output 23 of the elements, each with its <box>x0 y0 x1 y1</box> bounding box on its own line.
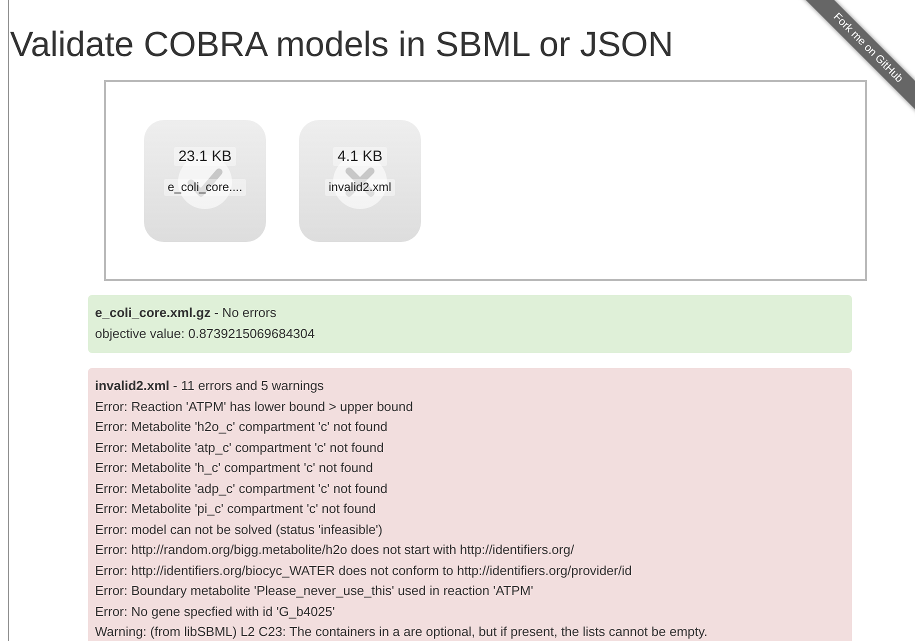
result-message: Error: Metabolite 'atp_c' compartment 'c' not found <box>95 438 385 457</box>
result-message: Error: No gene specfied with id 'G_b4025' <box>95 602 336 621</box>
file-size: 23.1 KB <box>174 147 236 166</box>
result-message: Error: Metabolite 'h_c' compartment 'c' not found <box>95 459 374 477</box>
result-message: Error: Metabolite 'pi_c' compartment 'c' not found <box>95 500 377 518</box>
result-message: Error: Metabolite 'h2o_c' compartment 'c' not found <box>95 418 388 436</box>
result-message: Error: Boundary metabolite 'Please_never_use_this' used in reaction 'ATPM' <box>95 582 534 600</box>
file-name: invalid2.xml <box>324 179 396 196</box>
file-preview[interactable]: 23.1 KB e_coli_core.... <box>144 120 266 242</box>
file-name: e_coli_core.... <box>164 179 246 196</box>
result-heading: e_coli_core.xml.gz - No errors <box>95 304 278 322</box>
file-size: 4.1 KB <box>333 147 387 166</box>
page-title: Validate COBRA models in SBML or JSON <box>10 24 674 66</box>
result-heading: invalid2.xml - 11 errors and 5 warnings <box>95 377 325 395</box>
result-message: objective value: 0.8739215069684304 <box>95 324 316 343</box>
result-message: Error: model can not be solved (status 'infeasible') <box>95 520 384 539</box>
result-message: Error: Metabolite 'adp_c' compartment 'c' not found <box>95 480 388 498</box>
result-message: Error: Reaction 'ATPM' has lower bound > upper bound <box>95 398 414 416</box>
file-preview[interactable]: 4.1 KB invalid2.xml <box>299 120 421 242</box>
dropzone[interactable]: 23.1 KB e_coli_core.... 4.1 KB invalid2.xml <box>104 80 867 281</box>
result-message: Warning: (from libSBML) L2 C23: The containers in a are optional, but if present, the lists cannot be empty. <box>95 623 709 641</box>
result-message: Error: http://identifiers.org/biocyc_WATER does not conform to http://identifiers.org/provider/id <box>95 562 633 580</box>
result-message: Error: http://random.org/bigg.metabolite/h2o does not start with http://identifiers.org/ <box>95 541 576 559</box>
